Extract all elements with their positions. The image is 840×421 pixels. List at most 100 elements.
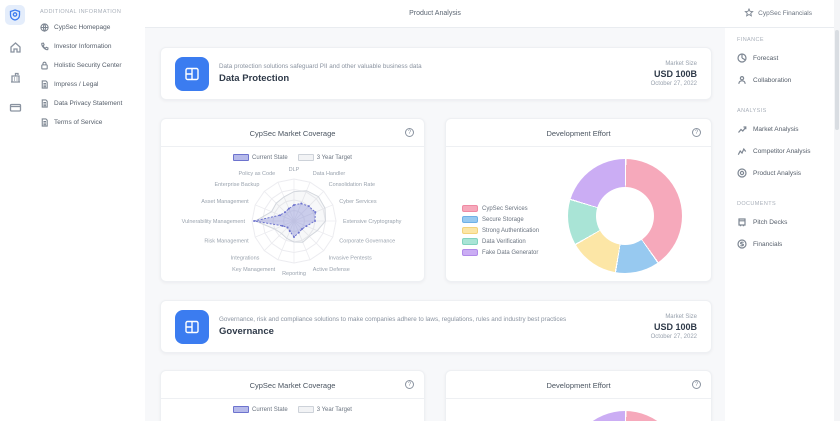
nav-item-label: Collaboration xyxy=(753,77,791,84)
document-icon xyxy=(40,118,49,127)
radar-axis-label: Extensive Cryptography xyxy=(343,219,402,225)
sidebar-item-investor-information[interactable]: Investor Information xyxy=(30,37,145,56)
sidebar-item-label: Data Privacy Statement xyxy=(54,100,122,107)
radar-axis-label: Active Defense xyxy=(313,267,350,273)
legend-swatch xyxy=(462,249,478,256)
donut-chart xyxy=(568,159,682,273)
development-effort-card: Development Effort ? CypSec Services Secu… xyxy=(445,118,712,282)
legend-item: 3 Year Target xyxy=(298,154,352,161)
help-icon[interactable]: ? xyxy=(405,128,414,137)
nav-item-label: Product Analysis xyxy=(753,170,801,177)
radar-legend: Current State 3 Year Target xyxy=(161,154,424,161)
radar-axis-label: Consolidation Rate xyxy=(329,182,375,188)
radar-axis-label: Corporate Governance xyxy=(339,239,395,245)
legend-label: Current State xyxy=(252,407,288,413)
trend-icon xyxy=(737,124,747,134)
legend-label: Current State xyxy=(252,155,288,161)
legend-item: Strong Authentication xyxy=(462,227,539,234)
legend-swatch xyxy=(462,227,478,234)
home-icon[interactable] xyxy=(7,39,23,55)
star-badge-icon xyxy=(744,8,754,18)
donut-chart xyxy=(568,411,682,421)
radar-axis-label: Data Handler xyxy=(313,171,346,177)
deck-icon xyxy=(737,217,747,227)
left-sidebar: ADDITIONAL INFORMATION CypSec Homepage In… xyxy=(30,0,145,421)
nav-item-market-analysis[interactable]: Market Analysis xyxy=(725,118,834,140)
donut-legend: CypSec Services Secure Storage Strong Auth… xyxy=(462,205,539,260)
phone-icon xyxy=(40,42,49,51)
coin-icon xyxy=(737,239,747,249)
billing-icon[interactable] xyxy=(7,99,23,115)
nav-item-label: Competitor Analysis xyxy=(753,148,810,155)
cypsec-logo-icon[interactable] xyxy=(5,5,25,25)
category-icon xyxy=(175,57,209,91)
development-effort-card-2: Development Effort ? xyxy=(445,370,712,421)
cypsec-financials-link[interactable]: CypSec Financials xyxy=(744,8,812,18)
legend-swatch xyxy=(462,205,478,212)
organization-icon[interactable] xyxy=(7,69,23,85)
nav-item-label: Market Analysis xyxy=(753,126,799,133)
card-title: Data Protection xyxy=(219,73,422,84)
nav-item-financials[interactable]: Financials xyxy=(725,233,834,255)
help-icon[interactable]: ? xyxy=(405,380,414,389)
radar-axis-label: Reporting xyxy=(282,271,306,277)
legend-item: CypSec Services xyxy=(462,205,539,212)
nav-item-label: Forecast xyxy=(753,55,778,62)
scrollbar-thumb[interactable] xyxy=(835,30,839,130)
radar-axis-label: Cyber Services xyxy=(339,199,377,205)
sidebar-item-holistic-security-center[interactable]: Holistic Security Center xyxy=(30,56,145,75)
target-icon xyxy=(737,168,747,178)
document-icon xyxy=(40,80,49,89)
legend-item: 3 Year Target xyxy=(298,406,352,413)
right-sidebar: FINANCEForecastCollaborationANALYSISMark… xyxy=(725,28,834,421)
data-protection-card: Data protection solutions safeguard PII … xyxy=(160,47,712,100)
sidebar-item-data-privacy-statement[interactable]: Data Privacy Statement xyxy=(30,94,145,113)
nav-item-product-analysis[interactable]: Product Analysis xyxy=(725,162,834,184)
collaboration-icon xyxy=(737,75,747,85)
additional-information-header: ADDITIONAL INFORMATION xyxy=(40,9,145,15)
legend-label: Strong Authentication xyxy=(482,228,539,234)
top-bar: Product Analysis CypSec Financials xyxy=(145,0,840,28)
help-icon[interactable]: ? xyxy=(692,128,701,137)
scrollbar[interactable] xyxy=(834,0,840,421)
legend-item: Secure Storage xyxy=(462,216,539,223)
market-size-label: Market Size xyxy=(651,314,697,320)
market-size-value: USD 100B xyxy=(651,322,697,332)
section-header-documents: DOCUMENTS xyxy=(737,201,834,207)
chart-title: Development Effort xyxy=(446,129,711,138)
legend-swatch xyxy=(233,154,249,161)
radar-chart: DLPData HandlerConsolidation RateCyber S… xyxy=(161,161,426,281)
pie-icon xyxy=(737,53,747,63)
legend-swatch xyxy=(462,238,478,245)
document-icon xyxy=(40,99,49,108)
sidebar-item-label: Investor Information xyxy=(54,43,111,50)
sidebar-item-terms-of-service[interactable]: Terms of Service xyxy=(30,113,145,132)
donut-hole xyxy=(596,187,654,245)
legend-swatch xyxy=(298,406,314,413)
sidebar-item-label: CypSec Homepage xyxy=(54,24,110,31)
radar-axis-label: Policy as Code xyxy=(239,171,276,177)
cypsec-financials-label: CypSec Financials xyxy=(758,10,812,17)
market-size-date: October 27, 2022 xyxy=(651,334,697,340)
chart-title: CypSec Market Coverage xyxy=(161,381,424,390)
category-icon xyxy=(175,310,209,344)
market-coverage-card-2: CypSec Market Coverage ? Current State 3 … xyxy=(160,370,425,421)
main-content: Data protection solutions safeguard PII … xyxy=(145,28,725,421)
legend-label: 3 Year Target xyxy=(317,155,352,161)
radar-axis-label: Vulnerability Management xyxy=(182,219,246,225)
nav-item-forecast[interactable]: Forecast xyxy=(725,47,834,69)
nav-item-competitor-analysis[interactable]: Competitor Analysis xyxy=(725,140,834,162)
nav-item-label: Pitch Decks xyxy=(753,219,787,226)
nav-item-collaboration[interactable]: Collaboration xyxy=(725,69,834,91)
lock-icon xyxy=(40,61,49,70)
market-size-label: Market Size xyxy=(651,61,697,67)
sidebar-item-cypsec-homepage[interactable]: CypSec Homepage xyxy=(30,18,145,37)
sidebar-item-label: Holistic Security Center xyxy=(54,62,122,69)
legend-label: Secure Storage xyxy=(482,217,524,223)
help-icon[interactable]: ? xyxy=(692,380,701,389)
sidebar-item-impress-legal[interactable]: Impress / Legal xyxy=(30,75,145,94)
legend-label: Fake Data Generator xyxy=(482,250,538,256)
nav-item-pitch-decks[interactable]: Pitch Decks xyxy=(725,211,834,233)
card-title: Governance xyxy=(219,326,566,337)
legend-item: Current State xyxy=(233,154,288,161)
